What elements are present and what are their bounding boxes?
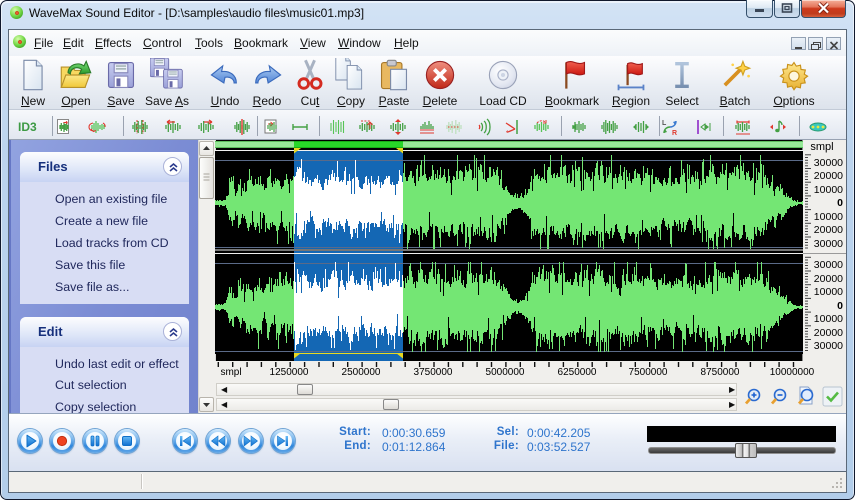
svg-text:L: L (662, 120, 667, 127)
svg-text:R: R (672, 130, 677, 137)
